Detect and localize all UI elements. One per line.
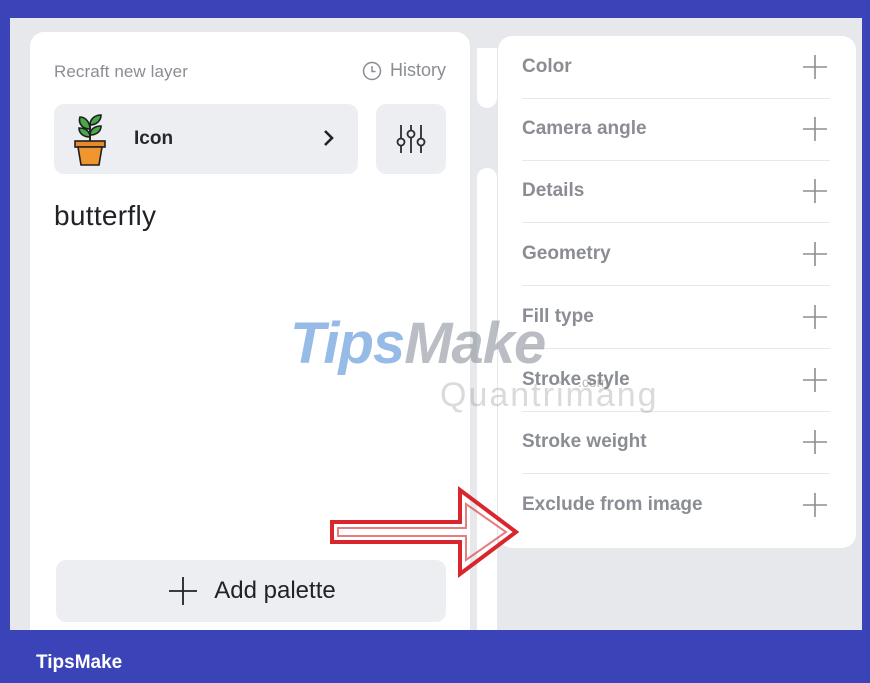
option-color[interactable]: Color [522, 36, 830, 99]
plus-icon [803, 179, 827, 203]
style-selector[interactable]: Icon [54, 104, 358, 174]
option-camera-angle[interactable]: Camera angle [522, 98, 830, 161]
plus-icon [169, 577, 198, 605]
sliders-icon [396, 125, 426, 153]
plus-icon [803, 368, 827, 392]
plus-icon [803, 493, 827, 517]
options-panel: Color Camera angle Details Geometry Fill… [498, 36, 856, 548]
option-details[interactable]: Details [522, 160, 830, 223]
option-label: Color [522, 56, 572, 77]
footer-brand: TipsMake [36, 652, 123, 673]
footer-bar: TipsMake [0, 632, 870, 683]
option-exclude-from-image[interactable]: Exclude from image [522, 474, 830, 536]
panel-header: Recraft new layer History [54, 58, 446, 88]
option-label: Stroke weight [522, 431, 647, 452]
panel-title: Recraft new layer [54, 62, 188, 81]
option-label: Details [522, 180, 585, 201]
watermark-subtext: Quantrimang [440, 376, 659, 414]
red-arrow-annotation [330, 486, 520, 578]
option-geometry[interactable]: Geometry [522, 223, 830, 286]
clock-icon [362, 61, 382, 80]
option-stroke-weight[interactable]: Stroke weight [522, 411, 830, 474]
option-label: Fill type [522, 306, 594, 327]
option-label: Geometry [522, 243, 611, 264]
option-label: Camera angle [522, 118, 647, 139]
history-button[interactable]: History [362, 60, 446, 81]
plus-icon [803, 117, 827, 141]
plus-icon [803, 242, 827, 266]
plus-icon [803, 430, 827, 454]
history-label: History [389, 60, 446, 80]
style-settings-button[interactable] [376, 104, 446, 174]
option-fill-type[interactable]: Fill type [522, 286, 830, 349]
plus-icon [803, 305, 827, 329]
plus-icon [803, 55, 827, 79]
scrollbar-track-top [477, 48, 497, 108]
style-label: Icon [134, 128, 174, 149]
plant-pot-icon [74, 114, 106, 166]
add-palette-label: Add palette [214, 577, 336, 604]
option-label: Exclude from image [522, 494, 703, 515]
prompt-input[interactable]: butterfly [54, 200, 156, 232]
chevron-right-icon [324, 130, 334, 146]
app-window: Recraft new layer History Icon butterfly… [10, 18, 862, 630]
